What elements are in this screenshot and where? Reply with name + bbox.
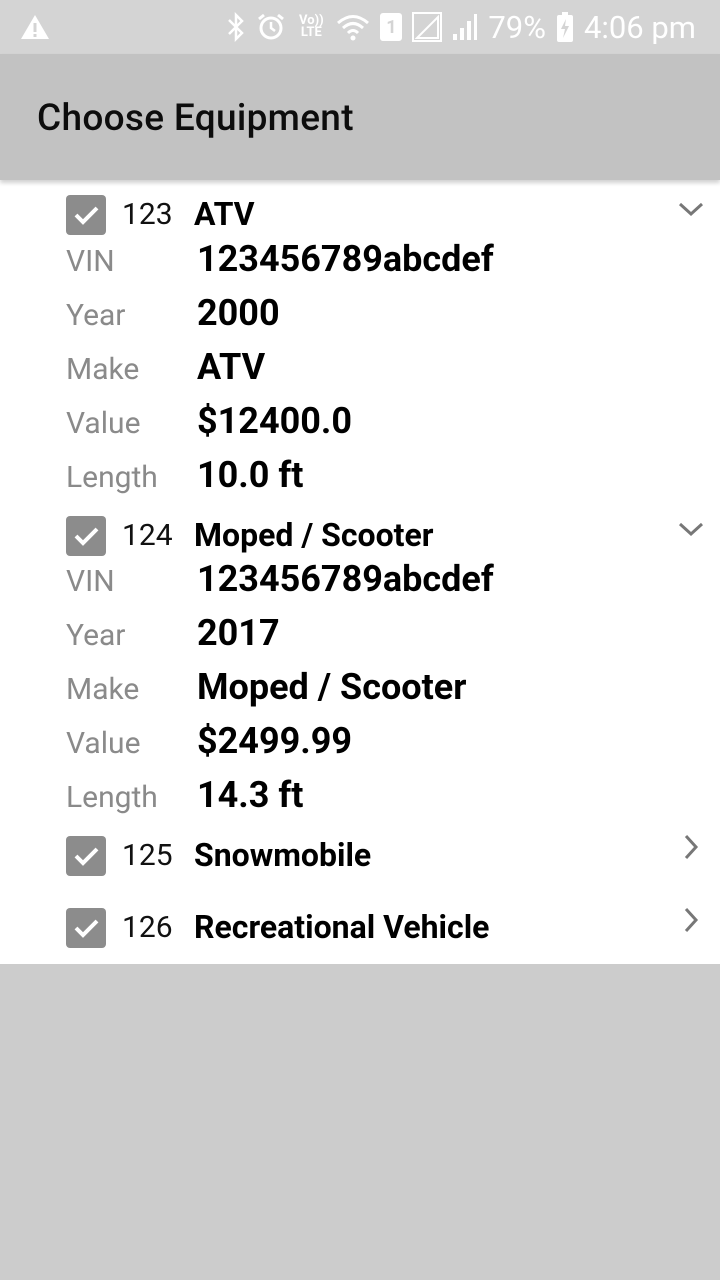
item-name: Snowmobile	[194, 836, 372, 874]
bluetooth-icon	[226, 12, 246, 42]
value-label: Value	[66, 406, 141, 441]
vin-label: VIN	[66, 564, 115, 599]
chevron-down-icon[interactable]	[676, 514, 706, 544]
value-amount: $12400.0	[197, 400, 353, 442]
item-checkbox[interactable]	[66, 836, 106, 876]
volte-icon: Vo)) LTE	[299, 13, 324, 40]
sim-slot-icon: 1	[380, 13, 403, 41]
item-checkbox[interactable]	[66, 908, 106, 948]
page-title: Choose Equipment	[37, 97, 354, 140]
chevron-down-icon[interactable]	[676, 194, 706, 224]
equipment-list: 123 ATV VIN 123456789abcdef Year 2000 Ma…	[0, 180, 720, 964]
checkmark-icon	[74, 919, 99, 938]
item-checkbox[interactable]	[66, 195, 106, 235]
year-label: Year	[66, 618, 126, 653]
wifi-icon	[336, 13, 370, 41]
signal-sim2-icon	[452, 12, 478, 42]
item-name: Moped / Scooter	[194, 516, 434, 554]
item-number: 126	[122, 910, 173, 945]
length-value: 10.0 ft	[197, 454, 304, 496]
make-label: Make	[66, 352, 140, 387]
status-bar: Vo)) LTE 1 79% 4:06 pm	[0, 0, 720, 54]
value-label: Value	[66, 726, 141, 761]
warning-icon	[20, 14, 50, 44]
battery-percent: 79%	[488, 8, 546, 46]
item-number: 123	[122, 197, 173, 232]
year-value: 2017	[197, 612, 280, 654]
value-amount: $2499.99	[197, 720, 353, 762]
make-value: Moped / Scooter	[197, 666, 467, 708]
checkmark-icon	[74, 527, 99, 546]
item-checkbox[interactable]	[66, 516, 106, 556]
length-label: Length	[66, 460, 158, 495]
make-label: Make	[66, 672, 140, 707]
length-value: 14.3 ft	[197, 774, 304, 816]
item-name: ATV	[194, 195, 255, 233]
vin-label: VIN	[66, 244, 115, 279]
checkmark-icon	[74, 847, 99, 866]
item-name: Recreational Vehicle	[194, 908, 490, 946]
item-number: 125	[122, 838, 173, 873]
vin-value: 123456789abcdef	[197, 238, 494, 280]
signal-sim1-icon	[412, 12, 443, 42]
item-number: 124	[122, 518, 173, 553]
year-label: Year	[66, 298, 126, 333]
vin-value: 123456789abcdef	[197, 558, 494, 600]
length-label: Length	[66, 780, 158, 815]
chevron-right-icon[interactable]	[676, 905, 706, 935]
app-toolbar: Choose Equipment	[0, 54, 720, 180]
chevron-right-icon[interactable]	[676, 832, 706, 862]
alarm-icon	[256, 12, 286, 42]
make-value: ATV	[197, 346, 266, 388]
checkmark-icon	[74, 206, 99, 225]
year-value: 2000	[197, 292, 280, 334]
battery-charging-icon	[556, 11, 574, 43]
clock-time: 4:06 pm	[583, 8, 696, 46]
